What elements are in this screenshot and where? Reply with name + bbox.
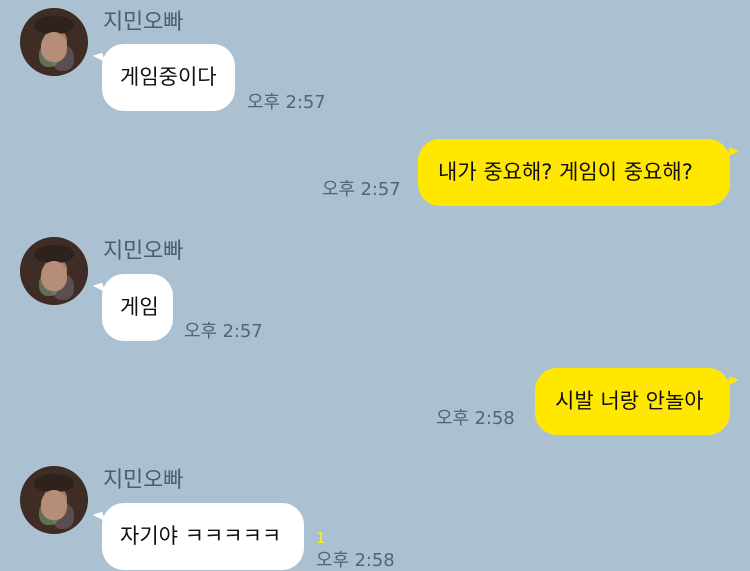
outgoing-message-bubble[interactable]: 시발 너랑 안놀아 xyxy=(535,368,730,435)
message-time: 오후 2:57 xyxy=(184,321,263,342)
avatar[interactable] xyxy=(20,237,88,305)
outgoing-message-bubble[interactable]: 내가 중요해? 게임이 중요해? xyxy=(418,139,730,206)
sender-name: 지민오빠 xyxy=(103,10,184,35)
incoming-message-bubble[interactable]: 자기야 ㅋㅋㅋㅋㅋ xyxy=(102,503,304,570)
avatar[interactable] xyxy=(20,466,88,534)
message-time: 오후 2:57 xyxy=(322,179,401,200)
avatar[interactable] xyxy=(20,8,88,76)
incoming-message-bubble[interactable]: 게임 xyxy=(102,274,173,341)
chat-window: 지민오빠 게임중이다 오후 2:57 내가 중요해? 게임이 중요해? 오후 2… xyxy=(0,0,750,571)
sender-name: 지민오빠 xyxy=(103,468,184,493)
unread-count: 1 xyxy=(316,529,326,547)
sender-name: 지민오빠 xyxy=(103,239,184,264)
message-time: 오후 2:58 xyxy=(436,408,515,429)
message-time: 오후 2:57 xyxy=(247,92,326,113)
incoming-message-bubble[interactable]: 게임중이다 xyxy=(102,44,235,111)
message-time: 오후 2:58 xyxy=(316,550,395,571)
